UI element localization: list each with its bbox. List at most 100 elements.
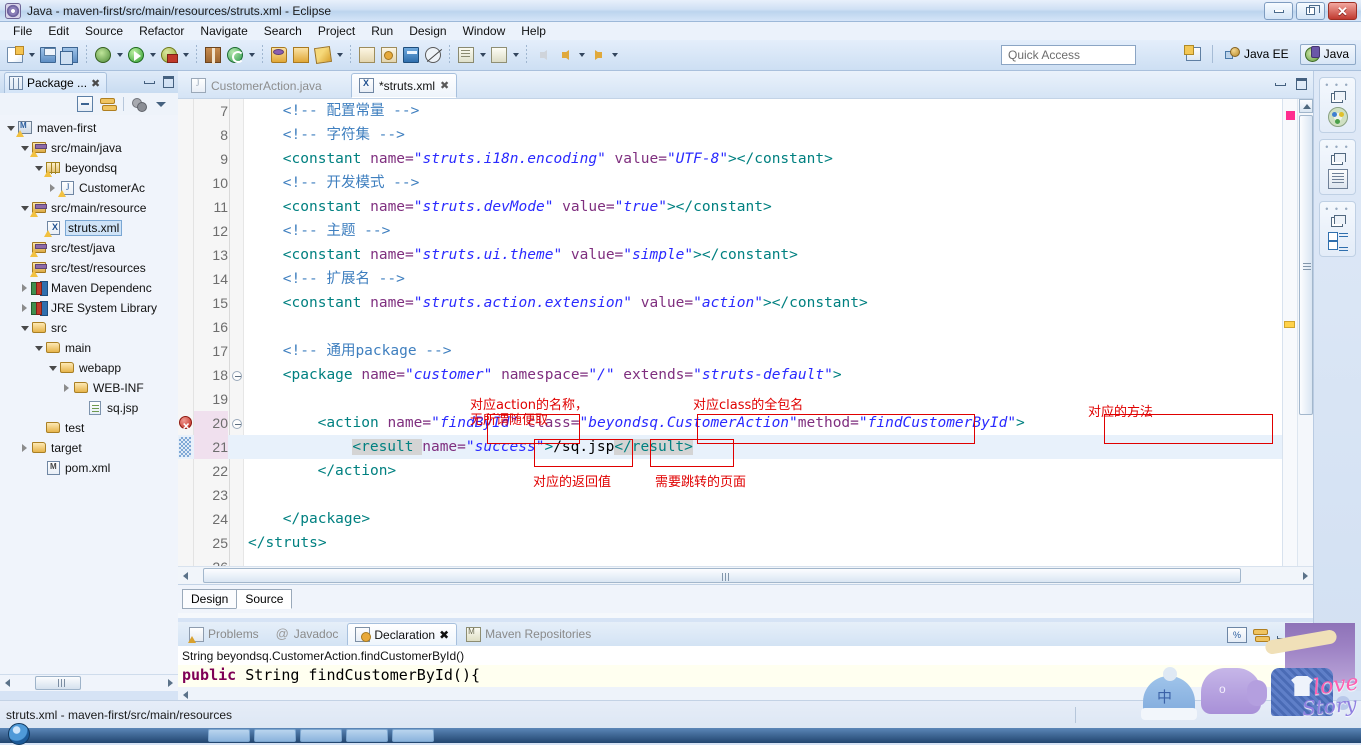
new-package-button[interactable]: [202, 44, 224, 66]
hscroll-thumb[interactable]: [35, 675, 81, 690]
close-icon[interactable]: ✖: [440, 79, 449, 92]
restore-icon[interactable]: [1330, 153, 1346, 165]
scroll-up-arrow[interactable]: [1299, 99, 1313, 113]
edit-button[interactable]: [312, 44, 334, 66]
warning-marker-yellow[interactable]: [1284, 321, 1295, 328]
close-icon[interactable]: ✖: [439, 628, 449, 642]
editor-tab-struts[interactable]: *struts.xml ✖: [351, 73, 458, 98]
code-line[interactable]: 13 <constant name="struts.ui.theme" value…: [178, 243, 1313, 267]
menu-edit[interactable]: Edit: [40, 23, 77, 39]
notepage-dropdown-arrow[interactable]: [510, 44, 521, 66]
forward-dropdown-arrow[interactable]: [609, 44, 620, 66]
fold-collapse-icon[interactable]: [232, 371, 242, 381]
code-line[interactable]: 8 <!-- 字符集 -->: [178, 123, 1313, 147]
minimize-view-icon[interactable]: [142, 74, 155, 87]
code-line[interactable]: 16: [178, 315, 1313, 339]
tab-design[interactable]: Design: [182, 589, 238, 609]
run-dropdown-arrow[interactable]: [147, 44, 158, 66]
overview-ruler[interactable]: [1282, 99, 1297, 584]
error-marker-pink[interactable]: [1286, 111, 1295, 120]
package-explorer-tab[interactable]: Package ... ✖: [4, 72, 108, 93]
package-explorer-hscrollbar[interactable]: [0, 674, 178, 691]
maximize-view-icon[interactable]: [1294, 629, 1307, 643]
save-button[interactable]: [37, 44, 59, 66]
declaration-code[interactable]: public String findCustomerById(){: [178, 665, 1313, 687]
external-tools-button[interactable]: [158, 44, 180, 66]
close-button[interactable]: ✕: [1328, 2, 1357, 20]
taskbar-item[interactable]: [392, 729, 434, 742]
tree-item[interactable]: target: [0, 438, 178, 458]
note-dropdown-arrow[interactable]: [477, 44, 488, 66]
tree-item[interactable]: test: [0, 418, 178, 438]
scroll-right-arrow[interactable]: [163, 676, 178, 691]
open-perspective-button[interactable]: [1183, 43, 1205, 65]
tree-item[interactable]: src/test/java: [0, 238, 178, 258]
code-line[interactable]: 9 <constant name="struts.i18n.encoding" v…: [178, 147, 1313, 171]
taskbar-item[interactable]: [346, 729, 388, 742]
tree-twisty[interactable]: [32, 346, 45, 351]
maximize-view-icon[interactable]: [161, 74, 174, 88]
code-line[interactable]: 12 <!-- 主题 -->: [178, 219, 1313, 243]
menu-navigate[interactable]: Navigate: [192, 23, 255, 39]
tree-item[interactable]: WEB-INF: [0, 378, 178, 398]
run-button[interactable]: [125, 44, 147, 66]
code-line[interactable]: 21 <result name="success">/sq.jsp</result…: [178, 435, 1313, 459]
vscroll-thumb[interactable]: [1299, 115, 1313, 415]
tree-item[interactable]: struts.xml: [0, 218, 178, 238]
menu-project[interactable]: Project: [310, 23, 363, 39]
tab-problems[interactable]: Problems: [182, 623, 266, 645]
tree-twisty[interactable]: [18, 444, 31, 452]
tree-item[interactable]: maven-first: [0, 118, 178, 138]
restore-icon[interactable]: [1330, 215, 1346, 227]
percent-icon[interactable]: %: [1227, 627, 1247, 643]
error-marker-icon[interactable]: [179, 414, 192, 438]
taskbar-item[interactable]: [254, 729, 296, 742]
menu-refactor[interactable]: Refactor: [131, 23, 192, 39]
close-icon[interactable]: ✖: [91, 77, 100, 90]
tree-item[interactable]: src/test/resources: [0, 258, 178, 278]
maximize-editor-icon[interactable]: [1294, 76, 1307, 90]
forward-button[interactable]: [587, 44, 609, 66]
task-list-icon[interactable]: [1327, 169, 1348, 189]
code-line[interactable]: 18 <package name="customer" namespace="/"…: [178, 363, 1313, 387]
scroll-lock-button[interactable]: [356, 44, 378, 66]
back-button[interactable]: [554, 44, 576, 66]
tree-item[interactable]: src: [0, 318, 178, 338]
perspective-java[interactable]: Java: [1299, 43, 1356, 65]
tree-item[interactable]: src/main/java: [0, 138, 178, 158]
tree-item[interactable]: CustomerAc: [0, 178, 178, 198]
menu-help[interactable]: Help: [513, 23, 554, 39]
tree-item[interactable]: src/main/resource: [0, 198, 178, 218]
link-with-editor-icon[interactable]: [100, 96, 117, 112]
menu-search[interactable]: Search: [256, 23, 310, 39]
refresh-button[interactable]: [224, 44, 246, 66]
code-line[interactable]: 15 <constant name="struts.action.extensio…: [178, 291, 1313, 315]
code-line[interactable]: 7 <!-- 配置常量 -->: [178, 99, 1313, 123]
menu-source[interactable]: Source: [77, 23, 131, 39]
note-button[interactable]: [455, 44, 477, 66]
open-task-button[interactable]: [290, 44, 312, 66]
minimize-editor-icon[interactable]: [1273, 76, 1286, 89]
scroll-left-arrow[interactable]: [0, 676, 15, 691]
fold-collapse-icon[interactable]: [232, 419, 242, 429]
hscroll-track[interactable]: [193, 568, 1298, 583]
tree-item[interactable]: main: [0, 338, 178, 358]
refresh-dropdown-arrow[interactable]: [246, 44, 257, 66]
edit-dropdown-arrow[interactable]: [334, 44, 345, 66]
tab-javadoc[interactable]: @ Javadoc: [268, 623, 346, 645]
perspective-java-ee[interactable]: Java EE: [1220, 44, 1296, 65]
menu-file[interactable]: File: [5, 23, 40, 39]
debug-button[interactable]: [92, 44, 114, 66]
new-button[interactable]: [4, 44, 26, 66]
notepage-button[interactable]: [488, 44, 510, 66]
tree-twisty[interactable]: [18, 326, 31, 331]
editor-tab-customeraction[interactable]: CustomerAction.java: [184, 73, 329, 98]
tab-declaration[interactable]: Declaration ✖: [347, 623, 458, 645]
quick-access-input[interactable]: Quick Access: [1001, 45, 1136, 65]
taskbar-item[interactable]: [208, 729, 250, 742]
tree-item[interactable]: JRE System Library: [0, 298, 178, 318]
tree-twisty[interactable]: [18, 284, 31, 292]
new-dropdown-arrow[interactable]: [26, 44, 37, 66]
code-line[interactable]: 14 <!-- 扩展名 -->: [178, 267, 1313, 291]
tree-item[interactable]: webapp: [0, 358, 178, 378]
